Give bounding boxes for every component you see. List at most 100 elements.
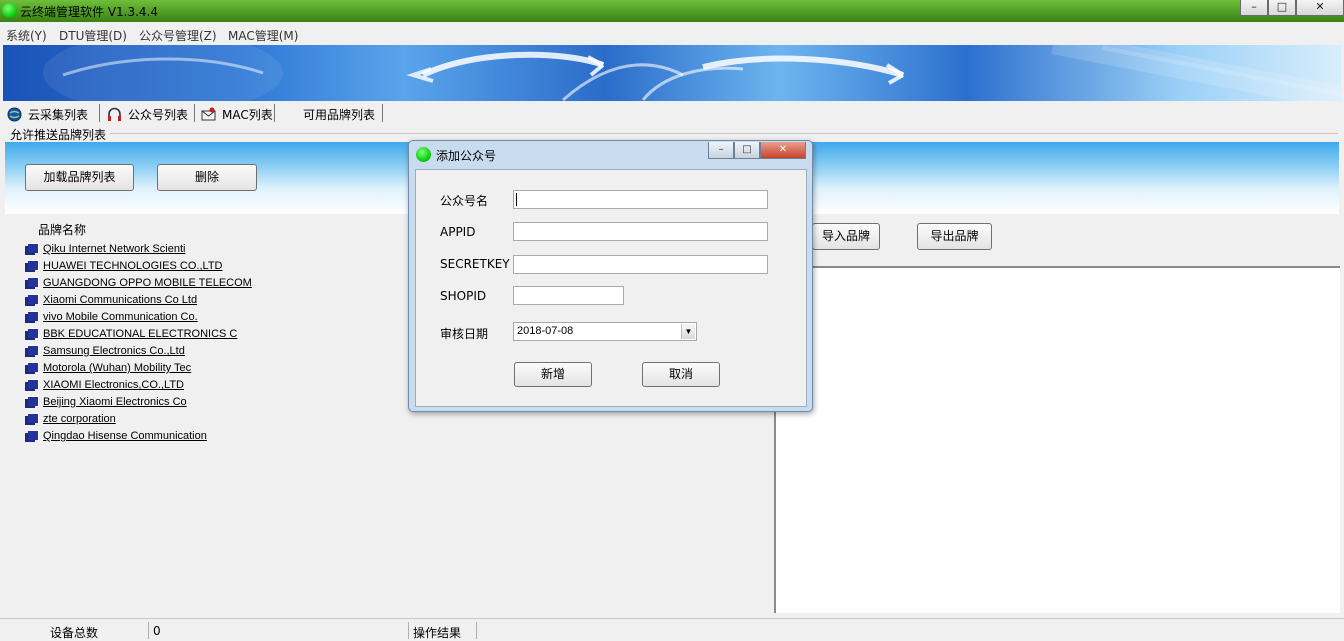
review-date-value: 2018-07-08: [517, 325, 574, 337]
dialog-title-bar[interactable]: 添加公众号 – □ ✕: [409, 141, 812, 167]
status-separator: [408, 622, 409, 639]
account-name-input[interactable]: [513, 190, 768, 209]
tab-available-brands-label: 可用品牌列表: [303, 107, 376, 122]
tab-separator: [99, 104, 100, 122]
dialog-minimize-button[interactable]: –: [708, 142, 734, 159]
secretkey-input[interactable]: [513, 255, 768, 274]
window-controls: – □ ✕: [1240, 0, 1344, 18]
brand-icon: [25, 260, 39, 272]
brand-name: Qingdao Hisense Communication: [43, 430, 207, 442]
banner-art: [43, 45, 1341, 101]
status-separator: [148, 622, 149, 639]
shopid-input[interactable]: [513, 286, 624, 305]
brand-icon: [25, 311, 39, 323]
brand-name: Motorola (Wuhan) Mobility Tec: [43, 362, 192, 374]
maximize-button[interactable]: □: [1268, 0, 1296, 16]
chevron-down-icon[interactable]: ▼: [681, 324, 695, 339]
delete-button[interactable]: 删除: [157, 164, 257, 191]
brand-name: Xiaomi Communications Co Ltd: [43, 294, 198, 306]
mail-icon: [201, 107, 216, 122]
export-brand-button[interactable]: 导出品牌: [917, 223, 992, 250]
tab-official-accounts-label: 公众号列表: [128, 107, 189, 122]
status-bar: 设备总数 0 操作结果: [0, 618, 1344, 641]
list-item[interactable]: vivo Mobile Communication Co.: [25, 309, 198, 325]
menu-system[interactable]: 系统(Y): [6, 27, 47, 44]
appid-label: APPID: [440, 225, 476, 239]
list-item[interactable]: Beijing Xiaomi Electronics Co: [25, 394, 187, 410]
menu-mac[interactable]: MAC管理(M): [228, 27, 298, 44]
tab-cloud-collect-label: 云采集列表: [28, 107, 89, 122]
load-brand-list-button[interactable]: 加载品牌列表: [25, 164, 134, 191]
list-item[interactable]: GUANGDONG OPPO MOBILE TELECOM: [25, 275, 252, 291]
cancel-button[interactable]: 取消: [642, 362, 720, 387]
title-bar: 云终端管理软件 V1.3.4.4 – □ ✕: [0, 0, 1344, 22]
list-item[interactable]: XIAOMI Electronics,CO.,LTD: [25, 377, 184, 393]
list-item[interactable]: Xiaomi Communications Co Ltd: [25, 292, 197, 308]
list-item[interactable]: Qiku Internet Network Scienti: [25, 241, 185, 257]
brand-icon: [25, 413, 39, 425]
review-date-label: 审核日期: [440, 327, 489, 341]
review-date-select[interactable]: 2018-07-08 ▼: [513, 322, 697, 341]
menu-bar: 系统(Y) DTU管理(D) 公众号管理(Z) MAC管理(M): [0, 22, 1344, 44]
tab-available-brands[interactable]: 可用品牌列表: [303, 104, 375, 124]
brand-icon: [25, 430, 39, 442]
brand-name: Qiku Internet Network Scienti: [43, 243, 186, 255]
appid-input[interactable]: [513, 222, 768, 241]
secretkey-label: SECRETKEY: [440, 257, 510, 271]
device-total-value: 0: [153, 624, 161, 638]
list-item[interactable]: BBK EDUCATIONAL ELECTRONICS C: [25, 326, 237, 342]
add-button[interactable]: 新增: [514, 362, 592, 387]
brand-name: vivo Mobile Communication Co.: [43, 311, 198, 323]
brand-name-column-header[interactable]: 品牌名称: [38, 221, 86, 238]
list-item[interactable]: zte corporation: [25, 411, 116, 427]
status-separator: [476, 622, 477, 639]
section-divider: [110, 133, 1338, 134]
text-caret: [516, 193, 517, 206]
brand-icon: [25, 362, 39, 374]
dialog-title: 添加公众号: [436, 149, 497, 163]
add-official-account-dialog: 添加公众号 – □ ✕ 公众号名 APPID SECRETKEY SHOPID …: [408, 140, 813, 412]
tab-mac-list-label: MAC列表: [222, 107, 273, 122]
account-name-label: 公众号名: [440, 194, 489, 208]
tab-separator: [194, 104, 195, 122]
globe-icon: [7, 107, 22, 122]
brand-icon: [25, 328, 39, 340]
brand-name: Beijing Xiaomi Electronics Co: [43, 396, 187, 408]
brand-icon: [25, 294, 39, 306]
tab-separator: [274, 104, 275, 122]
dialog-body: 公众号名 APPID SECRETKEY SHOPID 审核日期 2018-07…: [415, 169, 807, 407]
device-total-label: 设备总数: [50, 626, 99, 640]
status-dot-icon: [416, 147, 431, 162]
close-button[interactable]: ✕: [1296, 0, 1344, 16]
brand-icon: [25, 396, 39, 408]
status-dot-icon: [2, 3, 17, 18]
minimize-button[interactable]: –: [1240, 0, 1268, 16]
menu-official-account[interactable]: 公众号管理(Z): [139, 27, 217, 44]
brand-icon: [25, 379, 39, 391]
import-brand-button[interactable]: 导入品牌: [812, 223, 880, 250]
dialog-maximize-button[interactable]: □: [734, 142, 760, 159]
list-item[interactable]: HUAWEI TECHNOLOGIES CO.,LTD: [25, 258, 223, 274]
brand-name: BBK EDUCATIONAL ELECTRONICS C: [43, 328, 238, 340]
brand-icon: [25, 345, 39, 357]
tab-bar: 云采集列表 公众号列表 MAC列表 可用品牌列表: [0, 102, 1344, 124]
section-title: 允许推送品牌列表: [10, 128, 107, 142]
brand-name: GUANGDONG OPPO MOBILE TELECOM: [43, 277, 252, 289]
menu-dtu[interactable]: DTU管理(D): [59, 27, 127, 44]
brand-name: zte corporation: [43, 413, 116, 425]
dialog-window-controls: – □ ✕: [708, 142, 806, 159]
tab-official-accounts[interactable]: 公众号列表: [107, 104, 188, 124]
window-title: 云终端管理软件 V1.3.4.4: [20, 5, 159, 19]
list-item[interactable]: Qingdao Hisense Communication: [25, 428, 207, 444]
tab-mac-list[interactable]: MAC列表: [201, 104, 273, 124]
brand-icon: [25, 243, 39, 255]
brand-icon: [25, 277, 39, 289]
header-banner: [3, 45, 1341, 101]
operation-result-label: 操作结果: [413, 626, 462, 640]
brand-name: Samsung Electronics Co.,Ltd: [43, 345, 185, 357]
list-item[interactable]: Samsung Electronics Co.,Ltd: [25, 343, 185, 359]
tab-cloud-collect[interactable]: 云采集列表: [7, 104, 88, 124]
headset-icon: [107, 107, 122, 122]
list-item[interactable]: Motorola (Wuhan) Mobility Tec: [25, 360, 191, 376]
dialog-close-button[interactable]: ✕: [760, 142, 806, 159]
